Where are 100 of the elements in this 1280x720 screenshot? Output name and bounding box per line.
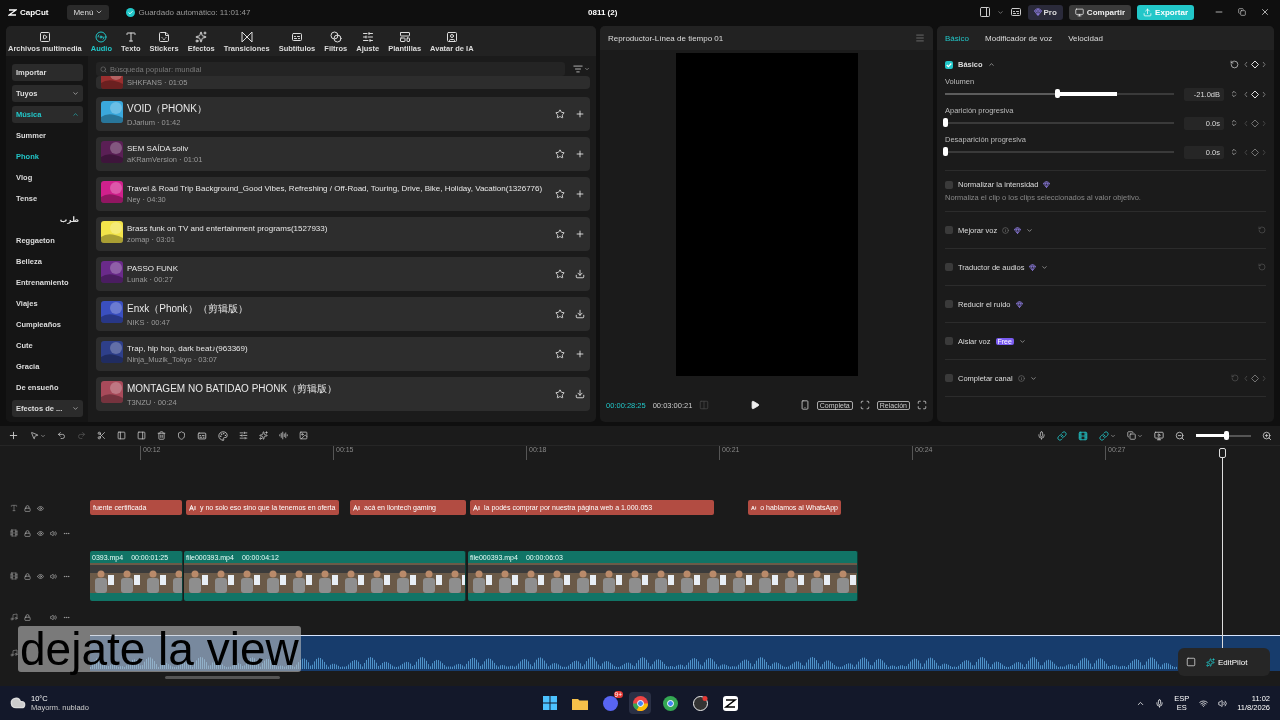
- app-icon[interactable]: [692, 695, 708, 711]
- zoom-in-icon[interactable]: [1262, 430, 1272, 441]
- layout-icon[interactable]: [978, 6, 991, 18]
- slider-thumb[interactable]: [1055, 89, 1061, 98]
- checkbox[interactable]: [945, 226, 953, 234]
- caret-icon[interactable]: [1026, 226, 1034, 234]
- lock-icon[interactable]: [24, 613, 31, 621]
- stepper-icon[interactable]: [1230, 148, 1238, 156]
- caret-icon[interactable]: [40, 432, 46, 439]
- speaker-icon[interactable]: [50, 572, 57, 580]
- star-icon[interactable]: [555, 109, 566, 119]
- caret-icon[interactable]: [584, 66, 591, 72]
- star-icon[interactable]: [555, 189, 566, 199]
- stepper-icon[interactable]: [1230, 90, 1238, 98]
- close-icon[interactable]: [1260, 7, 1270, 17]
- slider-thumb[interactable]: [943, 147, 948, 156]
- link-icon[interactable]: [1057, 430, 1067, 441]
- copy-icon[interactable]: [1127, 431, 1136, 440]
- inspector-tab[interactable]: Modificador de voz: [985, 33, 1053, 43]
- checkbox[interactable]: [945, 60, 953, 69]
- windows-start-icon[interactable]: [543, 696, 557, 710]
- select-icon[interactable]: [1186, 657, 1196, 667]
- phone-icon[interactable]: [799, 400, 810, 410]
- audio-lines-icon[interactable]: [279, 431, 288, 440]
- editpilot-button[interactable]: EditPilot: [1206, 657, 1248, 667]
- trim-left-icon[interactable]: [117, 431, 126, 440]
- eye-icon[interactable]: [37, 529, 44, 537]
- restore-icon[interactable]: [1238, 8, 1246, 16]
- microphone-icon[interactable]: [1037, 431, 1046, 440]
- add-icon[interactable]: [575, 229, 586, 239]
- microphone-icon[interactable]: [1155, 698, 1165, 708]
- speaker-icon[interactable]: [50, 529, 57, 537]
- folder-icon[interactable]: [572, 696, 588, 710]
- lock-icon[interactable]: [24, 529, 31, 537]
- pro-button[interactable]: Pro: [1027, 4, 1063, 20]
- download-icon[interactable]: [575, 269, 586, 279]
- shield-icon[interactable]: [177, 431, 186, 440]
- checkbox[interactable]: [945, 337, 953, 345]
- star-icon[interactable]: [555, 309, 566, 319]
- network-icon[interactable]: [1199, 698, 1209, 708]
- add-icon[interactable]: [575, 189, 586, 199]
- caret-icon[interactable]: [1041, 263, 1049, 271]
- preview-icon[interactable]: [1154, 430, 1164, 441]
- caret-icon[interactable]: [1110, 432, 1116, 439]
- subtitle-layout-icon[interactable]: [1009, 6, 1022, 18]
- sparkles-icon[interactable]: [259, 431, 268, 440]
- link-icon[interactable]: [1099, 430, 1109, 441]
- browser-icon[interactable]: [632, 695, 648, 711]
- star-icon[interactable]: [555, 389, 566, 399]
- scan-icon[interactable]: [859, 400, 870, 410]
- star-icon[interactable]: [555, 229, 566, 239]
- zoom-slider[interactable]: [1196, 434, 1251, 437]
- add-icon[interactable]: [575, 349, 586, 359]
- star-icon[interactable]: [555, 349, 566, 359]
- eye-icon[interactable]: [37, 504, 44, 512]
- checkbox[interactable]: [945, 374, 953, 382]
- star-icon[interactable]: [555, 269, 566, 279]
- delete-icon[interactable]: [157, 431, 166, 440]
- undo-icon[interactable]: [57, 431, 66, 440]
- sliders-icon[interactable]: [239, 431, 248, 440]
- image-icon[interactable]: [299, 431, 308, 440]
- stepper-icon[interactable]: [1230, 119, 1238, 127]
- chat-app-icon[interactable]: [602, 695, 618, 711]
- caret-icon[interactable]: [1029, 374, 1037, 382]
- film-icon[interactable]: [1078, 430, 1088, 441]
- volume-icon[interactable]: [1218, 698, 1228, 708]
- zoom-out-icon[interactable]: [1175, 430, 1185, 441]
- filter-icon[interactable]: [573, 64, 584, 74]
- browser-icon[interactable]: [662, 695, 678, 711]
- captions-icon[interactable]: [197, 430, 207, 441]
- keyframe-icon[interactable]: [1244, 60, 1266, 69]
- caret-icon[interactable]: [987, 61, 995, 68]
- editor-app-icon[interactable]: [722, 695, 738, 711]
- caret-icon[interactable]: [1018, 337, 1026, 345]
- fullscreen-icon[interactable]: [917, 400, 927, 410]
- palette-icon[interactable]: [218, 430, 228, 441]
- lock-icon[interactable]: [24, 572, 31, 580]
- checkbox[interactable]: [945, 263, 953, 271]
- star-icon[interactable]: [555, 149, 566, 159]
- add-icon[interactable]: [575, 109, 586, 119]
- checkbox[interactable]: [945, 300, 953, 308]
- keyframe-icon[interactable]: [1244, 89, 1266, 99]
- play-icon[interactable]: [749, 400, 760, 410]
- download-icon[interactable]: [575, 389, 586, 399]
- add-icon[interactable]: [575, 149, 586, 159]
- scrollbar-thumb[interactable]: [165, 676, 280, 679]
- speaker-icon[interactable]: [50, 613, 57, 621]
- share-button[interactable]: Compartir: [1068, 4, 1132, 20]
- zoom-thumb[interactable]: [1224, 430, 1230, 440]
- menu-button[interactable]: Menú: [67, 4, 110, 20]
- inspector-tab[interactable]: Básico: [945, 33, 969, 43]
- split-icon[interactable]: [97, 431, 106, 440]
- caret-icon[interactable]: [996, 8, 1004, 16]
- inspector-tab[interactable]: Velocidad: [1068, 33, 1103, 43]
- eye-icon[interactable]: [37, 572, 44, 580]
- trim-right-icon[interactable]: [137, 431, 146, 440]
- pointer-icon[interactable]: [30, 431, 39, 440]
- slider-thumb[interactable]: [943, 118, 948, 127]
- add-icon[interactable]: [8, 430, 19, 441]
- checkbox[interactable]: [945, 180, 953, 189]
